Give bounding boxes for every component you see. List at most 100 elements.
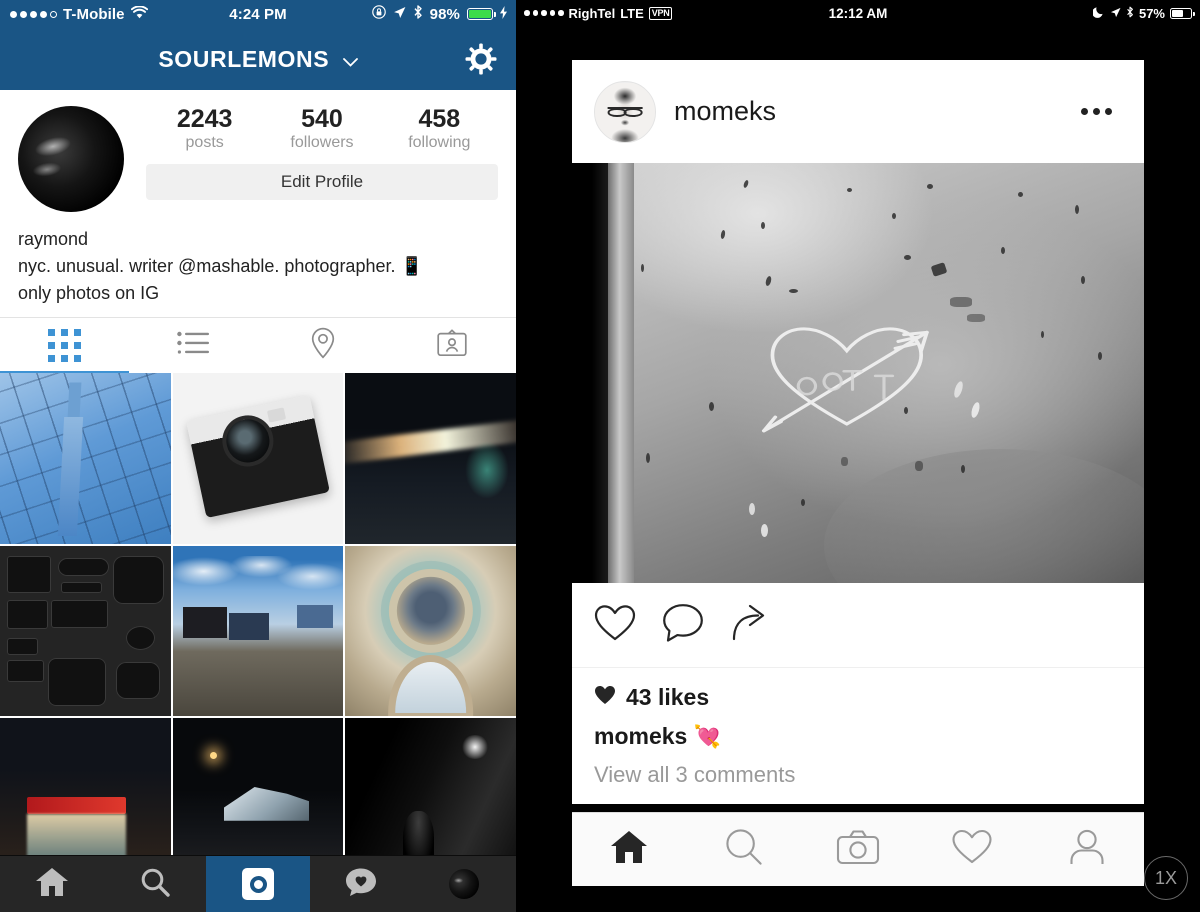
gear-icon[interactable] [464, 42, 498, 76]
post-caption: momeks 💘 [594, 723, 1122, 750]
stat-followers[interactable]: 540 followers [263, 106, 380, 152]
share-button[interactable] [730, 603, 772, 648]
following-label: following [408, 134, 471, 151]
left-bottom-tab-bar [0, 855, 516, 912]
posts-label: posts [185, 134, 224, 151]
battery-icon [467, 8, 496, 20]
camera-tab[interactable] [206, 856, 310, 912]
post-action-bar [572, 583, 1144, 667]
posts-count: 2243 [176, 105, 233, 133]
search-tab[interactable] [103, 856, 206, 912]
sidebar-item-grid-view[interactable] [0, 318, 129, 373]
comment-button[interactable] [662, 603, 704, 648]
post-photo[interactable] [572, 163, 1144, 583]
view-all-comments-link[interactable]: View all 3 comments [594, 762, 1122, 788]
grid-photo-5[interactable] [172, 545, 344, 717]
chevron-down-icon [342, 51, 358, 72]
profile-tab[interactable] [1030, 813, 1144, 886]
sidebar-item-list-view[interactable] [129, 318, 258, 373]
following-count: 458 [418, 105, 461, 133]
location-arrow-icon [1110, 6, 1121, 21]
profile-view-tabs [0, 317, 516, 373]
heart-outline-icon [951, 828, 993, 871]
post-username[interactable]: momeks [674, 96, 1071, 127]
right-phone-screen: RighTel LTE VPN 12:12 AM 57% momeks 43 l… [516, 0, 1200, 912]
right-status-right: 57% [1092, 5, 1195, 21]
avatar[interactable] [18, 106, 124, 212]
grid-icon [48, 329, 81, 362]
heart-carving [761, 314, 933, 440]
profile-stats-column: 2243 posts 540 followers 458 following E… [124, 106, 498, 200]
followers-count: 540 [301, 105, 343, 133]
activity-tab[interactable] [915, 813, 1029, 886]
bluetooth-icon [1126, 6, 1134, 21]
edit-profile-button[interactable]: Edit Profile [146, 164, 498, 200]
battery-percentage-label: 98% [429, 5, 460, 23]
moon-do-not-disturb-icon [1092, 6, 1105, 21]
heart-filled-icon [594, 685, 616, 710]
avatar[interactable] [594, 80, 656, 143]
left-nav-bar: SOURLEMONS [0, 28, 516, 90]
sidebar-item-photos-of-you[interactable] [387, 318, 516, 373]
left-phone-screen: T-Mobile 4:24 PM 98% SOURLEMONS 2243 pos… [0, 0, 516, 912]
caption-emoji: 💘 [693, 724, 722, 749]
battery-icon [1170, 7, 1195, 19]
zoom-level-badge[interactable]: 1X [1144, 856, 1188, 900]
profile-header: 2243 posts 540 followers 458 following E… [0, 90, 516, 317]
profile-bio-line-1: nyc. unusual. writer @mashable. photogra… [18, 256, 423, 276]
bluetooth-icon [413, 5, 423, 23]
grid-photo-1[interactable] [0, 373, 171, 544]
page-title: SOURLEMONS [158, 45, 330, 72]
battery-percentage-label: 57% [1138, 5, 1165, 21]
location-pin-icon [310, 327, 336, 364]
left-status-bar: T-Mobile 4:24 PM 98% [0, 0, 516, 28]
profile-photo-grid [0, 373, 516, 890]
caption-username[interactable]: momeks [594, 723, 687, 749]
post-meta: 43 likes momeks 💘 View all 3 comments [572, 667, 1144, 804]
grid-photo-2[interactable] [172, 373, 344, 544]
grid-photo-6[interactable] [345, 545, 516, 717]
home-icon [35, 867, 69, 902]
search-icon [725, 828, 763, 871]
right-status-bar: RighTel LTE VPN 12:12 AM 57% [516, 0, 1200, 26]
list-icon [176, 330, 211, 361]
post-header: momeks [572, 60, 1144, 163]
home-tab[interactable] [0, 856, 103, 912]
profile-tab[interactable] [413, 856, 516, 912]
home-tab[interactable] [572, 813, 686, 886]
camera-icon [836, 829, 880, 870]
screenshot-root: T-Mobile 4:24 PM 98% SOURLEMONS 2243 pos… [0, 0, 1200, 912]
followers-label: followers [290, 134, 354, 151]
tagged-photos-icon [436, 329, 467, 362]
activity-tab[interactable] [310, 856, 413, 912]
like-button[interactable] [594, 604, 636, 647]
profile-bio: raymond nyc. unusual. writer @mashable. … [18, 226, 498, 317]
camera-circle-icon [242, 868, 274, 900]
username-dropdown[interactable]: SOURLEMONS [158, 45, 358, 73]
ellipsis-icon[interactable] [1071, 98, 1122, 125]
stat-following[interactable]: 458 following [381, 106, 498, 152]
heart-speech-bubble-icon [345, 867, 377, 902]
likes-row[interactable]: 43 likes [594, 668, 1122, 711]
profile-display-name: raymond [18, 229, 89, 249]
grid-photo-4[interactable] [0, 545, 171, 717]
profile-bio-line-2: only photos on IG [18, 283, 160, 303]
camera-tab[interactable] [801, 813, 915, 886]
profile-stats: 2243 posts 540 followers 458 following [146, 106, 498, 152]
profile-avatar-icon [449, 869, 480, 899]
search-icon [140, 867, 170, 902]
feed-post: momeks 43 likes momeks 💘 View all 3 comm… [572, 60, 1144, 804]
likes-count-label: 43 likes [626, 684, 710, 710]
home-filled-icon [609, 829, 649, 870]
right-bottom-tab-bar [572, 812, 1144, 886]
sidebar-item-photo-map[interactable] [258, 318, 387, 373]
person-outline-icon [1068, 828, 1106, 871]
left-status-right: 98% [371, 5, 507, 23]
search-tab[interactable] [686, 813, 800, 886]
lightning-bolt-icon [500, 5, 507, 23]
stat-posts[interactable]: 2243 posts [146, 106, 263, 152]
location-arrow-icon [393, 6, 406, 23]
profile-top-row: 2243 posts 540 followers 458 following E… [18, 106, 498, 212]
rotation-lock-icon [371, 5, 386, 23]
grid-photo-3[interactable] [345, 373, 516, 544]
